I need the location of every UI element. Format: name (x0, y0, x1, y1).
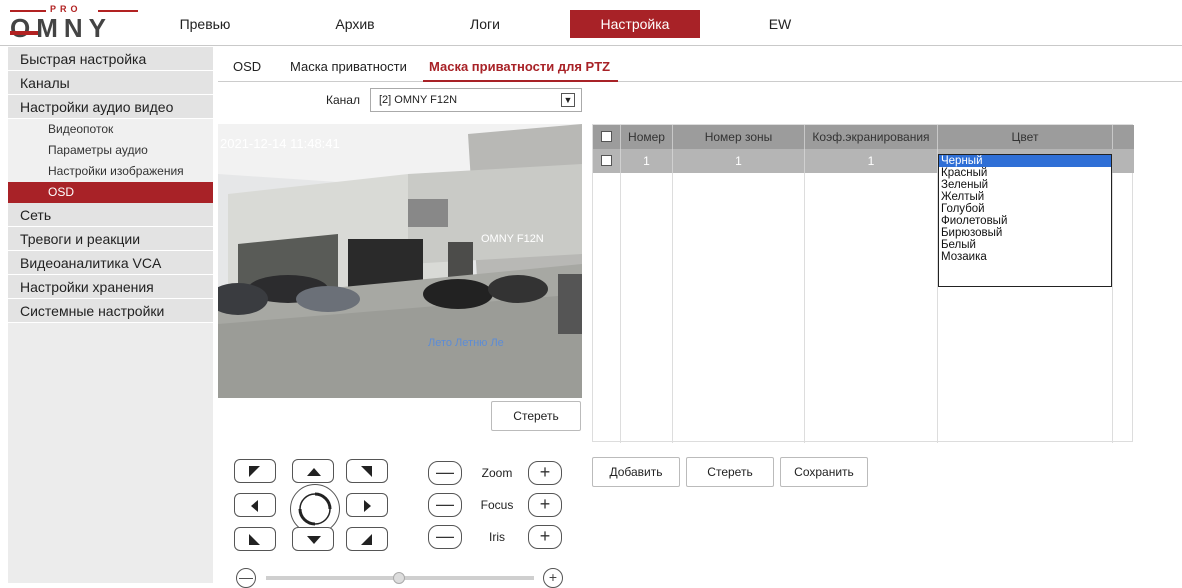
logo: PRO OMNY (10, 4, 140, 44)
refresh-icon (298, 492, 332, 526)
arrow-left-icon (251, 500, 258, 512)
speed-increase-button[interactable]: + (543, 568, 563, 588)
row-shield-ratio: 1 (805, 149, 938, 173)
color-option-black[interactable]: Черный (939, 155, 1111, 167)
ptz-left-button[interactable] (234, 493, 276, 517)
osd-time: 2021-12-14 11:48:41 (220, 136, 340, 151)
speed-decrease-button[interactable]: — (236, 568, 256, 588)
arrow-up-right-icon (361, 466, 372, 477)
sidebar-item-image-settings[interactable]: Настройки изображения (8, 161, 213, 182)
sidebar-item-audio-params[interactable]: Параметры аудио (8, 140, 213, 161)
nav-preview[interactable]: Превью (170, 10, 240, 38)
nav-archive[interactable]: Архив (310, 10, 400, 38)
video-preview[interactable]: 2021-12-14 11:48:41 OMNY F12N Лето Летню… (218, 124, 582, 398)
sidebar: Быстрая настройка Каналы Настройки аудио… (8, 47, 213, 583)
iris-label: Iris (489, 530, 505, 544)
ptz-up-button[interactable] (292, 459, 334, 483)
sidebar-item-storage[interactable]: Настройки хранения (8, 275, 213, 299)
focus-label: Focus (480, 498, 514, 512)
color-option-mosaic[interactable]: Мозаика (939, 251, 1111, 263)
tab-osd[interactable]: OSD (233, 52, 261, 82)
nav-settings[interactable]: Настройка (570, 10, 700, 38)
ptz-down-right-button[interactable] (346, 527, 388, 551)
arrow-right-icon (364, 500, 371, 512)
arrow-down-icon (307, 536, 321, 544)
channel-label: Канал (326, 93, 360, 107)
color-dropdown-list[interactable]: Черный Красный Зеленый Желтый Голубой Фи… (938, 154, 1112, 287)
sidebar-item-system[interactable]: Системные настройки (8, 299, 213, 323)
nav-ew[interactable]: EW (740, 10, 820, 38)
color-option-red[interactable]: Красный (939, 167, 1111, 179)
color-option-purple[interactable]: Фиолетовый (939, 215, 1111, 227)
sidebar-item-audio-video[interactable]: Настройки аудио видео (8, 95, 213, 119)
sidebar-item-vca[interactable]: Видеоаналитика VCA (8, 251, 213, 275)
select-all-checkbox[interactable] (601, 131, 612, 142)
arrow-down-right-icon (361, 534, 372, 545)
zoom-in-button[interactable]: + (528, 461, 562, 485)
zoom-out-button[interactable]: — (428, 461, 462, 485)
row-checkbox[interactable] (601, 155, 612, 166)
erase-button[interactable]: Стереть (686, 457, 774, 487)
sidebar-item-quick-setup[interactable]: Быстрая настройка (8, 47, 213, 71)
save-button[interactable]: Сохранить (780, 457, 868, 487)
top-bar: PRO OMNY Превью Архив Логи Настройка EW (0, 0, 1182, 46)
channel-select[interactable]: [2] OMNY F12N ▼ (370, 88, 582, 112)
color-option-light-blue[interactable]: Голубой (939, 203, 1111, 215)
tab-privacy-mask-ptz[interactable]: Маска приватности для PTZ (423, 52, 619, 82)
col-number: Номер (621, 125, 673, 149)
iris-plus-button[interactable]: + (528, 525, 562, 549)
col-color: Цвет (938, 125, 1113, 149)
color-option-green[interactable]: Зеленый (939, 179, 1111, 191)
color-option-yellow[interactable]: Желтый (939, 191, 1111, 203)
col-shield-ratio: Коэф.экранирования (805, 125, 938, 149)
row-zone-number: 1 (673, 149, 805, 173)
erase-mask-button[interactable]: Стереть (491, 401, 581, 431)
tab-bar: OSD Маска приватности Маска приватности … (218, 52, 1182, 82)
arrow-up-left-icon (249, 466, 260, 477)
sidebar-item-videostream[interactable]: Видеопоток (8, 119, 213, 140)
focus-minus-button[interactable]: — (428, 493, 462, 517)
logo-word: OMNY (10, 13, 112, 43)
row-number: 1 (621, 149, 673, 173)
zoom-label: Zoom (481, 466, 513, 480)
sidebar-item-network[interactable]: Сеть (8, 203, 213, 227)
arrow-up-icon (307, 468, 321, 476)
color-option-white[interactable]: Белый (939, 239, 1111, 251)
tab-privacy-mask[interactable]: Маска приватности (290, 52, 407, 82)
speed-slider-thumb[interactable] (393, 572, 405, 584)
ptz-down-left-button[interactable] (234, 527, 276, 551)
chevron-down-icon[interactable]: ▼ (561, 93, 575, 107)
sidebar-item-osd[interactable]: OSD (8, 182, 213, 203)
focus-plus-button[interactable]: + (528, 493, 562, 517)
add-button[interactable]: Добавить (592, 457, 680, 487)
iris-minus-button[interactable]: — (428, 525, 462, 549)
nav-logs[interactable]: Логи (440, 10, 530, 38)
channel-value: [2] OMNY F12N (379, 94, 458, 106)
col-zone-number: Номер зоны (673, 125, 805, 149)
ptz-up-left-button[interactable] (234, 459, 276, 483)
osd-overlay-text: Лето Летню Ле (428, 337, 504, 349)
ptz-up-right-button[interactable] (346, 459, 388, 483)
color-option-turquoise[interactable]: Бирюзовый (939, 227, 1111, 239)
sidebar-item-alarms[interactable]: Тревоги и реакции (8, 227, 213, 251)
sidebar-item-channels[interactable]: Каналы (8, 71, 213, 95)
osd-camera-name: OMNY F12N (481, 233, 544, 245)
ptz-down-button[interactable] (292, 527, 334, 551)
arrow-down-left-icon (249, 534, 260, 545)
ptz-right-button[interactable] (346, 493, 388, 517)
